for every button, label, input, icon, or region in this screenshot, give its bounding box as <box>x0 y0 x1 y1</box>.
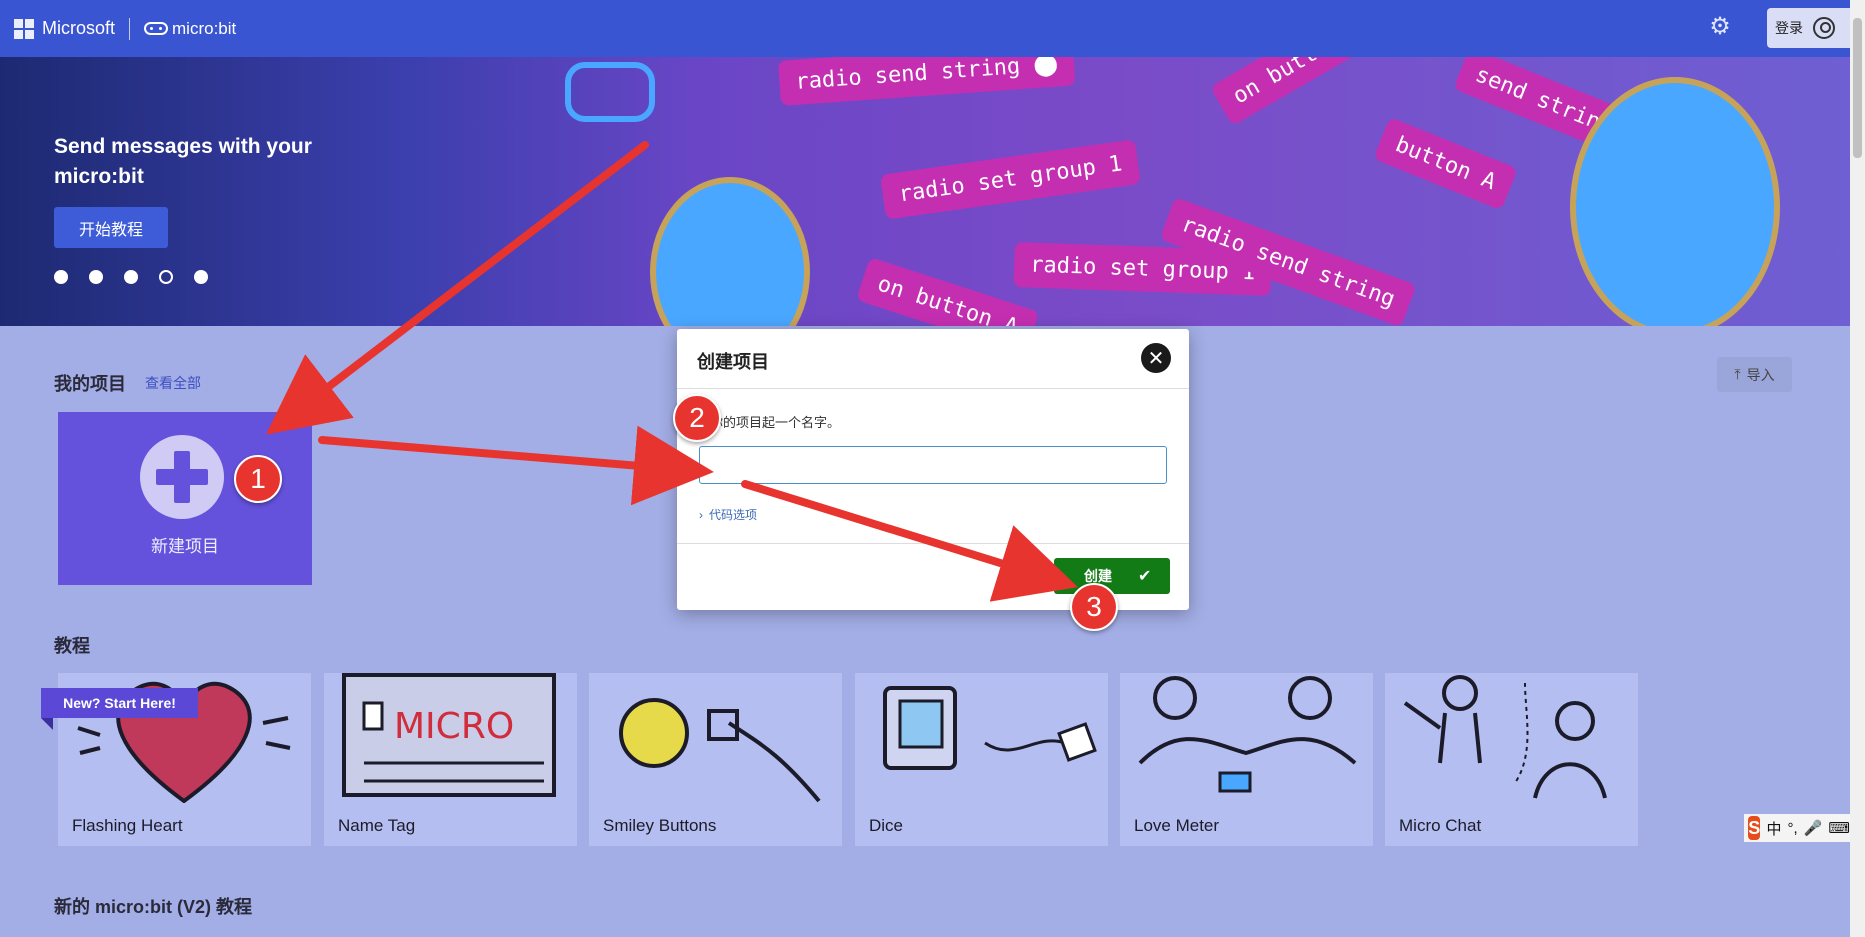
tutorial-card-smiley-buttons[interactable]: Smiley Buttons <box>589 673 842 846</box>
microbit-icon <box>144 22 169 35</box>
checkmark-icon: ✔ <box>1138 568 1152 585</box>
svg-text:MICRO: MICRO <box>394 706 514 747</box>
hero-art-block: radio set group 1 <box>880 139 1141 220</box>
tutorial-card-name-tag[interactable]: MICRO Name Tag <box>324 673 577 846</box>
annotation-badge: 2 <box>673 394 721 442</box>
hero-art-block: on button A <box>1210 57 1387 126</box>
v2-tutorials-title: 新的 micro:bit (V2) 教程 <box>54 897 253 917</box>
page-scrollbar[interactable] <box>1850 0 1865 937</box>
carousel-dot[interactable] <box>194 270 208 284</box>
tutorials-title: 教程 <box>54 636 90 656</box>
ime-mode: 中 <box>1766 820 1782 838</box>
brand-name: Microsoft <box>42 18 116 38</box>
carousel-dots <box>54 270 208 284</box>
login-label: 登录 <box>1775 20 1803 36</box>
annotation-badge: 3 <box>1070 583 1118 631</box>
code-options-toggle[interactable]: › 代码选项 <box>699 506 757 523</box>
scrollbar-thumb[interactable] <box>1853 18 1862 158</box>
dice-illustration <box>883 686 1097 770</box>
chevron-right-icon: › <box>699 507 703 522</box>
dialog-divider <box>677 543 1189 544</box>
badge-ribbon-tail <box>41 718 53 730</box>
annotation-badge: 1 <box>234 455 282 503</box>
girl-illustration <box>1570 77 1780 326</box>
tutorial-label: Love Meter <box>1134 816 1220 835</box>
project-name-input[interactable] <box>699 446 1167 484</box>
hero-art-block: button A <box>1373 117 1518 211</box>
boy-illustration <box>650 177 810 326</box>
tutorial-card-dice[interactable]: Dice <box>855 673 1108 846</box>
carousel-dot[interactable] <box>89 270 103 284</box>
import-label: 导入 <box>1746 366 1775 383</box>
carousel-dot-active[interactable] <box>159 270 173 284</box>
tutorial-card-micro-chat[interactable]: Micro Chat <box>1385 673 1638 846</box>
new-start-here-badge: New? Start Here! <box>41 688 198 718</box>
microbit-logo[interactable]: micro:bit <box>144 19 236 39</box>
punctuation-icon: °, <box>1787 819 1798 837</box>
header-divider <box>129 17 131 40</box>
tutorial-label: Micro Chat <box>1399 816 1482 835</box>
top-bar: Microsoft micro:bit ⚙ 登录 <box>0 0 1865 57</box>
hero-title: Send messages with your micro:bit <box>54 135 312 188</box>
create-button[interactable]: 创建 ✔ <box>1054 558 1170 594</box>
carousel-dot[interactable] <box>124 270 138 284</box>
dialog-divider <box>677 388 1189 389</box>
tutorial-label: Dice <box>869 816 904 835</box>
close-icon[interactable]: ✕ <box>1141 343 1171 373</box>
create-project-dialog: 创建项目 ✕ 给你的项目起一个名字。 › 代码选项 创建 ✔ <box>677 329 1189 610</box>
my-projects-title: 我的项目 <box>54 374 126 394</box>
sogou-icon: S <box>1748 816 1761 840</box>
microphone-icon: 🎤 <box>1803 820 1823 837</box>
tutorial-label: Smiley Buttons <box>603 816 717 835</box>
tutorial-label: Name Tag <box>338 816 416 835</box>
hero-banner: radio send string ⬤ radio set group 1 ra… <box>0 57 1850 326</box>
plus-icon <box>140 435 224 519</box>
microsoft-logo[interactable]: Microsoft <box>14 18 115 39</box>
tutorial-card-love-meter[interactable]: Love Meter <box>1120 673 1373 846</box>
start-tutorial-button[interactable]: 开始教程 <box>54 207 168 248</box>
carousel-dot[interactable] <box>54 270 68 284</box>
code-options-label: 代码选项 <box>709 508 758 522</box>
gear-icon[interactable]: ⚙ <box>1707 14 1733 40</box>
see-all-link[interactable]: 查看全部 <box>145 373 201 393</box>
hero-art-block: on button A <box>856 257 1040 326</box>
tutorial-label: Flashing Heart <box>72 816 183 835</box>
love-meter-illustration <box>1138 676 1357 793</box>
upload-icon: ⤒ <box>1734 366 1741 382</box>
product-name: micro:bit <box>172 18 237 38</box>
arrow-to-name-input <box>318 425 714 506</box>
name-tag-illustration: MICRO <box>342 673 556 797</box>
user-icon <box>1813 17 1835 39</box>
windows-icon <box>14 18 34 39</box>
new-project-card[interactable]: 新建项目 <box>58 412 312 585</box>
ime-toolbar[interactable]: S 中 °, 🎤 ⌨ <box>1744 814 1850 842</box>
dialog-title: 创建项目 <box>697 352 769 372</box>
hero-art-block: radio send string ⬤ <box>778 57 1076 106</box>
microbit-illustration <box>565 62 655 122</box>
smiley-illustration <box>619 698 821 803</box>
micro-chat-illustration <box>1403 675 1607 799</box>
keyboard-icon: ⌨ <box>1828 820 1850 837</box>
new-project-label: 新建项目 <box>151 537 219 556</box>
import-button[interactable]: ⤒ 导入 <box>1717 357 1792 392</box>
